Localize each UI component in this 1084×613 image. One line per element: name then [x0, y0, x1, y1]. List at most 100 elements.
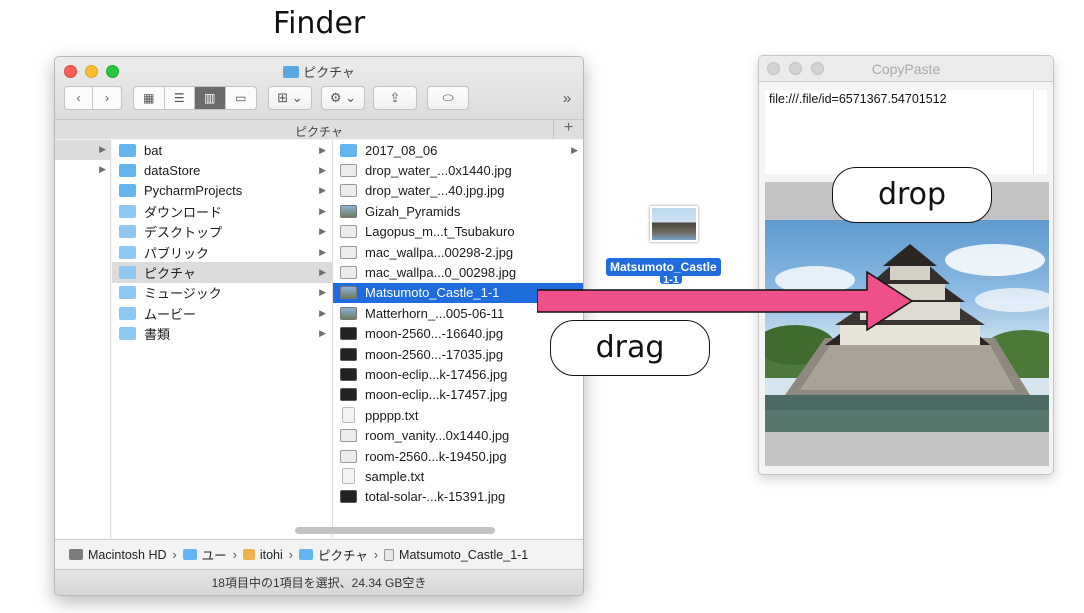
image-file-icon — [384, 548, 395, 561]
file-name: moon-2560...-17035.jpg — [365, 346, 504, 362]
image-file-icon — [340, 266, 357, 280]
chevron-right-icon: ▶ — [319, 226, 326, 237]
share-button[interactable]: ⇪ — [373, 86, 417, 110]
list-item[interactable]: ピクチャ ▶ — [112, 262, 332, 283]
file-name: ppppp.txt — [365, 407, 419, 423]
list-item[interactable]: dataStore ▶ — [112, 160, 332, 180]
chevron-right-icon: ▶ — [319, 246, 326, 257]
list-item[interactable]: デスクトップ ▶ — [112, 222, 332, 242]
finder-heading: Finder — [273, 6, 366, 41]
arrange-button[interactable]: ⊞ ⌄ — [268, 86, 312, 110]
column-view-button[interactable]: ▥ — [195, 87, 226, 109]
file-row[interactable]: Lagopus_m...t_Tsubakuro — [333, 222, 583, 242]
file-row[interactable]: Gizah_Pyramids — [333, 201, 583, 221]
column-pictures[interactable]: 2017_08_06 ▶ drop_water_...0x1440.jpg drop_… — [333, 140, 583, 538]
list-item[interactable]: bat ▶ — [112, 140, 332, 160]
hard-drive-icon — [69, 549, 83, 560]
new-tab-button[interactable]: + — [553, 119, 583, 139]
gallery-view-button[interactable]: ▭ — [226, 87, 256, 109]
path-item[interactable]: ユー — [202, 545, 227, 564]
movies-folder-icon — [119, 306, 136, 320]
list-item-label: ムービー — [144, 306, 197, 322]
file-row[interactable]: room_vanity...0x1440.jpg — [333, 425, 583, 445]
file-row[interactable]: 2017_08_06 ▶ — [333, 140, 583, 160]
public-folder-icon — [119, 245, 136, 259]
file-name: Gizah_Pyramids — [365, 203, 461, 219]
path-separator: › — [288, 547, 293, 562]
path-item[interactable]: ピクチャ — [318, 545, 368, 564]
list-item-label: bat — [144, 142, 163, 158]
path-item[interactable]: Matsumoto_Castle_1-1 — [399, 548, 528, 562]
list-item[interactable]: ▶ — [55, 160, 110, 180]
back-button[interactable]: ‹ — [65, 87, 94, 109]
file-row[interactable]: drop_water_...0x1440.jpg — [333, 160, 583, 180]
list-item[interactable]: ダウンロード ▶ — [112, 201, 332, 221]
file-name: room_vanity...0x1440.jpg — [365, 428, 510, 444]
file-name: moon-eclip...k-17456.jpg — [365, 366, 508, 382]
forward-button[interactable]: › — [93, 87, 121, 109]
text-file-icon — [342, 407, 355, 424]
list-view-button[interactable]: ☰ — [165, 87, 195, 109]
drag-thumbnail-image — [650, 206, 698, 242]
file-name: moon-2560...-16640.jpg — [365, 326, 504, 342]
text-view-scrollbar[interactable] — [1033, 90, 1047, 174]
path-item[interactable]: itohi — [260, 548, 283, 562]
file-url-text-view[interactable]: file:///.file/id=6571367.54701512 — [765, 90, 1033, 174]
path-item[interactable]: Macintosh HD — [88, 548, 167, 562]
users-folder-icon — [182, 549, 197, 560]
path-separator: › — [373, 547, 379, 562]
list-item[interactable]: パブリック ▶ — [112, 242, 332, 262]
list-item-label: ミュージック — [144, 286, 222, 302]
pictures-folder-icon — [119, 266, 136, 280]
file-row[interactable]: moon-eclip...k-17456.jpg — [333, 364, 583, 384]
file-name: room-2560...k-19450.jpg — [365, 448, 507, 464]
image-file-icon — [340, 164, 357, 178]
chevron-right-icon: ▶ — [319, 144, 326, 155]
list-item[interactable]: PycharmProjects ▶ — [112, 181, 332, 201]
file-name: Matsumoto_Castle_1-1 — [365, 285, 500, 301]
list-item[interactable]: 書類 ▶ — [112, 324, 332, 344]
toolbar-overflow-button[interactable]: » — [555, 86, 579, 110]
chevron-right-icon: ▶ — [319, 185, 326, 196]
nav-buttons: ‹ › — [64, 86, 122, 110]
path-bar: Macintosh HD › ユー › itohi › ピクチャ › Matsu… — [55, 539, 583, 569]
list-item[interactable]: ▶ — [55, 140, 110, 161]
downloads-folder-icon — [119, 204, 136, 218]
home-icon — [242, 549, 255, 560]
window-title: ピクチャ — [55, 62, 583, 81]
file-row[interactable]: ppppp.txt — [333, 405, 583, 425]
chevron-right-icon: ▶ — [571, 144, 578, 155]
image-file-icon — [340, 429, 357, 443]
file-row[interactable]: room-2560...k-19450.jpg — [333, 446, 583, 466]
window-title: CopyPaste — [871, 61, 941, 77]
list-item[interactable]: ミュージック ▶ — [112, 283, 332, 303]
horizontal-scrollbar[interactable] — [295, 527, 495, 534]
list-item-label: ダウンロード — [144, 204, 223, 220]
file-row[interactable]: total-solar-...k-15391.jpg — [333, 487, 583, 507]
image-file-icon — [340, 225, 357, 239]
column-parent[interactable]: ▶ ▶ ‖ — [55, 140, 111, 538]
file-row[interactable]: moon-eclip...k-17457.jpg — [333, 385, 583, 405]
chevron-right-icon: ▶ — [319, 267, 326, 278]
image-file-icon — [340, 367, 357, 381]
file-row[interactable]: sample.txt — [333, 466, 583, 486]
list-item-label: パブリック — [144, 245, 210, 261]
action-button[interactable]: ⚙ ⌄ — [321, 86, 365, 110]
documents-folder-icon — [119, 327, 136, 341]
column-home[interactable]: bat ▶ dataStore ▶ PycharmProjects ▶ ダウンロード ▶ デスク… — [112, 140, 333, 538]
image-file-icon — [340, 490, 357, 504]
file-row[interactable]: mac_wallpa...00298-2.jpg — [333, 242, 583, 262]
chevron-right-icon: ▶ — [99, 144, 106, 154]
file-row[interactable]: drop_water_...40.jpg.jpg — [333, 181, 583, 201]
list-item[interactable]: ムービー ▶ — [112, 303, 332, 323]
window-title-label: ピクチャ — [303, 65, 355, 80]
file-row[interactable]: moon-2560...-17035.jpg — [333, 344, 583, 364]
file-name: mac_wallpa...0_00298.jpg — [365, 265, 517, 281]
icon-view-button[interactable]: ▦ — [134, 87, 165, 109]
tag-button[interactable]: ⬭ — [427, 86, 469, 110]
chevron-right-icon: ▶ — [99, 164, 106, 175]
path-separator: › — [232, 547, 237, 562]
pictures-folder-icon — [283, 66, 300, 78]
image-file-icon — [340, 327, 357, 341]
image-file-icon — [340, 347, 357, 361]
